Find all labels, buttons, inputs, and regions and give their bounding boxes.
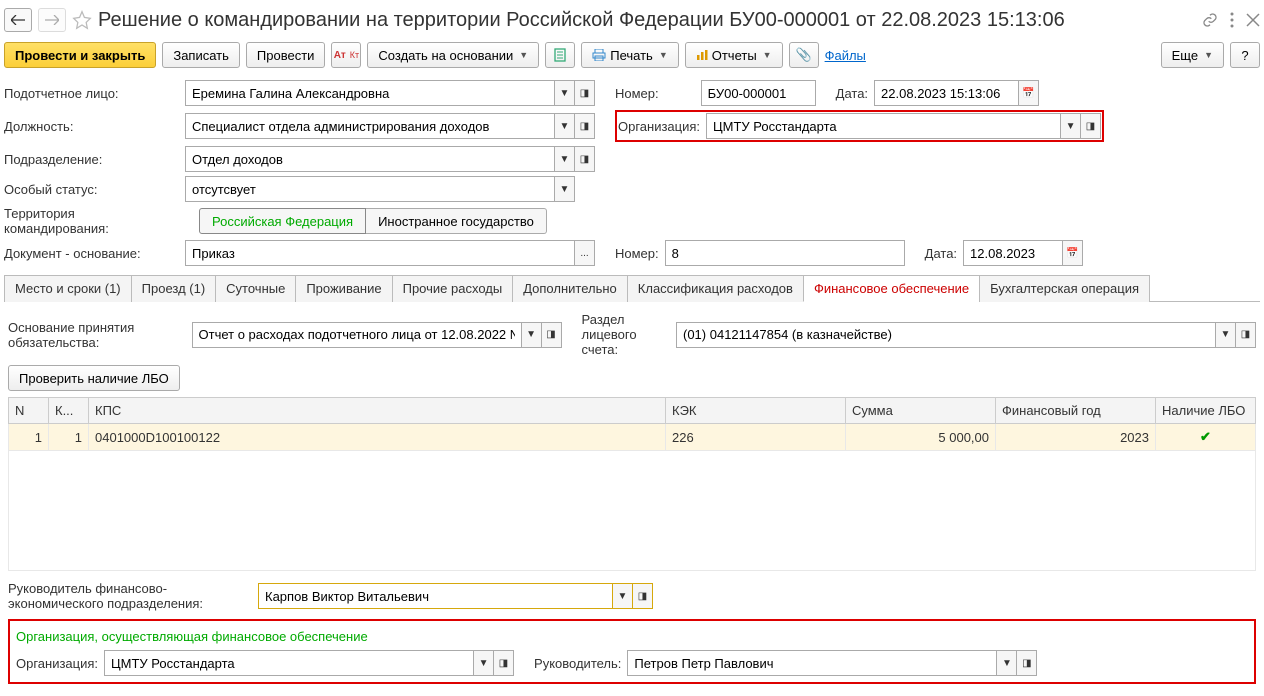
th-n[interactable]: N	[9, 398, 49, 424]
open-icon[interactable]: ◨	[1017, 650, 1037, 676]
dropdown-icon[interactable]: ▼	[613, 583, 633, 609]
dropdown-icon[interactable]: ▼	[1061, 113, 1081, 139]
tab-additional[interactable]: Дополнительно	[512, 275, 628, 302]
tab-place-dates[interactable]: Место и сроки (1)	[4, 275, 132, 302]
basis-input[interactable]	[192, 322, 522, 348]
help-button[interactable]: ?	[1230, 42, 1260, 68]
th-lbo[interactable]: Наличие ЛБО	[1156, 398, 1256, 424]
kebab-icon[interactable]	[1230, 12, 1234, 28]
finance-table: N К... КПС КЭК Сумма Финансовый год Нали…	[8, 397, 1256, 571]
close-icon[interactable]	[1246, 13, 1260, 27]
fin-org-input[interactable]	[104, 650, 474, 676]
open-icon[interactable]: ◨	[633, 583, 653, 609]
open-icon[interactable]: ◨	[494, 650, 514, 676]
head-label: Руководитель финансово-экономического по…	[8, 581, 238, 611]
attach-icon[interactable]: 📎	[789, 42, 819, 68]
th-year[interactable]: Финансовый год	[996, 398, 1156, 424]
open-icon[interactable]: ◨	[1081, 113, 1101, 139]
number-input[interactable]	[701, 80, 816, 106]
doc-date-label: Дата:	[925, 246, 957, 261]
open-icon[interactable]: ◨	[575, 80, 595, 106]
print-button[interactable]: Печать▼	[581, 42, 679, 68]
page-title: Решение о командировании на территории Р…	[98, 9, 1196, 32]
table-row[interactable]: 1 1 0401000D100100122 226 5 000,00 2023 …	[9, 424, 1256, 451]
tab-travel[interactable]: Проезд (1)	[131, 275, 217, 302]
section-label: Раздел лицевого счета:	[582, 312, 670, 357]
date-input[interactable]	[874, 80, 1019, 106]
territory-foreign-button[interactable]: Иностранное государство	[366, 208, 547, 234]
link-icon[interactable]	[1202, 12, 1218, 28]
tab-classification[interactable]: Классификация расходов	[627, 275, 804, 302]
person-label: Подотчетное лицо:	[4, 86, 179, 101]
open-icon[interactable]: ◨	[575, 113, 595, 139]
tab-lodging[interactable]: Проживание	[295, 275, 392, 302]
doc-number-input[interactable]	[665, 240, 905, 266]
th-kek[interactable]: КЭК	[666, 398, 846, 424]
dept-input[interactable]	[185, 146, 555, 172]
dropdown-icon[interactable]: ▼	[555, 176, 575, 202]
dropdown-icon[interactable]: ▼	[1216, 322, 1236, 348]
dropdown-icon[interactable]: ▼	[522, 322, 542, 348]
dropdown-icon[interactable]: ▼	[997, 650, 1017, 676]
dropdown-icon[interactable]: ▼	[555, 146, 575, 172]
tab-other[interactable]: Прочие расходы	[392, 275, 514, 302]
number-label: Номер:	[615, 86, 659, 101]
territory-rf-button[interactable]: Российская Федерация	[199, 208, 366, 234]
tab-finance[interactable]: Финансовое обеспечение	[803, 275, 980, 302]
favorite-star-icon[interactable]	[72, 10, 92, 30]
save-button[interactable]: Записать	[162, 42, 240, 68]
status-label: Особый статус:	[4, 182, 179, 197]
person-input[interactable]	[185, 80, 555, 106]
check-lbo-button[interactable]: Проверить наличие ЛБО	[8, 365, 180, 391]
open-icon[interactable]: ◨	[542, 322, 562, 348]
org-input[interactable]	[706, 113, 1061, 139]
more-button[interactable]: Еще▼	[1161, 42, 1224, 68]
reports-button[interactable]: Отчеты▼	[685, 42, 783, 68]
fin-org-title: Организация, осуществляющая финансовое о…	[16, 625, 1248, 648]
doc-date-input[interactable]	[963, 240, 1063, 266]
position-label: Должность:	[4, 119, 179, 134]
fin-org-label: Организация:	[16, 656, 98, 671]
org-label: Организация:	[618, 119, 700, 134]
tab-daily[interactable]: Суточные	[215, 275, 296, 302]
calendar-icon[interactable]: 📅	[1019, 80, 1039, 106]
fin-head-input[interactable]	[627, 650, 997, 676]
debit-credit-icon[interactable]: АтКт	[331, 42, 361, 68]
nav-back[interactable]	[4, 8, 32, 32]
post-button[interactable]: Провести	[246, 42, 326, 68]
dept-label: Подразделение:	[4, 152, 179, 167]
territory-label: Территория командирования:	[4, 206, 179, 236]
th-kps[interactable]: КПС	[89, 398, 666, 424]
th-sum[interactable]: Сумма	[846, 398, 996, 424]
section-input[interactable]	[676, 322, 1216, 348]
dropdown-icon[interactable]: ▼	[474, 650, 494, 676]
dropdown-icon[interactable]: ▼	[555, 113, 575, 139]
basis-label: Основание принятия обязательства:	[8, 320, 186, 350]
check-icon: ✔	[1200, 429, 1211, 444]
create-based-button[interactable]: Создать на основании▼	[367, 42, 539, 68]
files-link[interactable]: Файлы	[825, 48, 866, 63]
th-k[interactable]: К...	[49, 398, 89, 424]
document-icon[interactable]	[545, 42, 575, 68]
dropdown-icon[interactable]: ▼	[555, 80, 575, 106]
head-input[interactable]	[258, 583, 613, 609]
nav-forward[interactable]	[38, 8, 66, 32]
calendar-icon[interactable]: 📅	[1063, 240, 1083, 266]
open-icon[interactable]: ◨	[575, 146, 595, 172]
tab-accounting[interactable]: Бухгалтерская операция	[979, 275, 1150, 302]
doc-base-input[interactable]	[185, 240, 575, 266]
ellipsis-icon[interactable]: ...	[575, 240, 595, 266]
open-icon[interactable]: ◨	[1236, 322, 1256, 348]
doc-base-label: Документ - основание:	[4, 246, 179, 261]
doc-number-label: Номер:	[615, 246, 659, 261]
date-label: Дата:	[836, 86, 868, 101]
fin-head-label: Руководитель:	[534, 656, 621, 671]
post-and-close-button[interactable]: Провести и закрыть	[4, 42, 156, 68]
status-input[interactable]	[185, 176, 555, 202]
position-input[interactable]	[185, 113, 555, 139]
